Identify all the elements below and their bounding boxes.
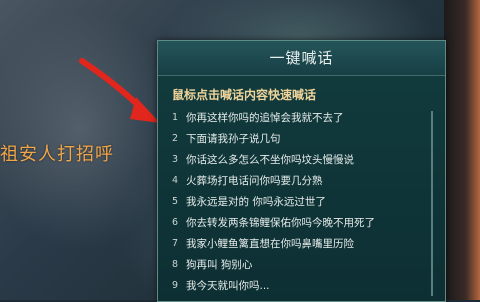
panel-hint: 鼠标点击喊话内容快速喊话 (172, 88, 317, 102)
item-number: 8 (172, 259, 179, 270)
item-text: 我今天就叫你吗... (186, 280, 270, 292)
item-text: 我永远是对的 你吗永远过世了 (186, 196, 326, 208)
item-text: 你去转发两条锦鲤保佑你吗今晚不用死了 (186, 217, 375, 229)
item-text: 你再这样你吗的追悼会我就不去了 (186, 112, 344, 124)
item-text: 你话这么多怎么不坐你吗坟头慢慢说 (186, 154, 354, 166)
quick-chat-item-4[interactable]: 4 火葬场打电话问你吗要几分熟 (172, 170, 435, 191)
monitor-bezel (444, 0, 480, 300)
item-number: 3 (172, 154, 179, 165)
item-number: 6 (172, 217, 179, 228)
item-text: 火葬场打电话问你吗要几分熟 (186, 175, 323, 187)
item-number: 5 (172, 196, 179, 207)
item-number: 2 (172, 133, 179, 144)
item-number: 9 (172, 280, 179, 291)
quick-chat-panel: 一键喊话 鼠标点击喊话内容快速喊话 1 你再这样你吗的追悼会我就不去了 2 下面… (157, 40, 446, 302)
quick-chat-item-9[interactable]: 9 我今天就叫你吗... (172, 275, 435, 296)
quick-chat-item-2[interactable]: 2 下面请我孙子说几句 (172, 128, 435, 149)
overlay-caption: 祖安人打招呼 (0, 144, 114, 165)
quick-chat-item-8[interactable]: 8 狗再叫 狗别心 (172, 254, 435, 275)
quick-chat-list: 1 你再这样你吗的追悼会我就不去了 2 下面请我孙子说几句 3 你话这么多怎么不… (158, 107, 445, 296)
quick-chat-item-7[interactable]: 7 我家小鲤鱼篱直想在你吗鼻嘴里历险 (172, 233, 435, 254)
quick-chat-item-5[interactable]: 5 我永远是对的 你吗永远过世了 (172, 191, 435, 212)
item-text: 下面请我孙子说几句 (186, 133, 281, 145)
red-arrow-icon (79, 58, 160, 123)
item-number: 7 (172, 238, 179, 249)
quick-chat-item-1[interactable]: 1 你再这样你吗的追悼会我就不去了 (172, 107, 435, 128)
quick-chat-item-6[interactable]: 6 你去转发两条锦鲤保佑你吗今晚不用死了 (172, 212, 435, 233)
quick-chat-item-3[interactable]: 3 你话这么多怎么不坐你吗坟头慢慢说 (172, 149, 435, 170)
item-text: 我家小鲤鱼篱直想在你吗鼻嘴里历险 (186, 238, 354, 250)
panel-title: 一键喊话 (158, 41, 445, 76)
item-number: 4 (172, 175, 179, 186)
item-text: 狗再叫 狗别心 (186, 259, 253, 271)
item-number: 1 (172, 112, 179, 123)
list-scrollbar[interactable] (431, 111, 433, 296)
